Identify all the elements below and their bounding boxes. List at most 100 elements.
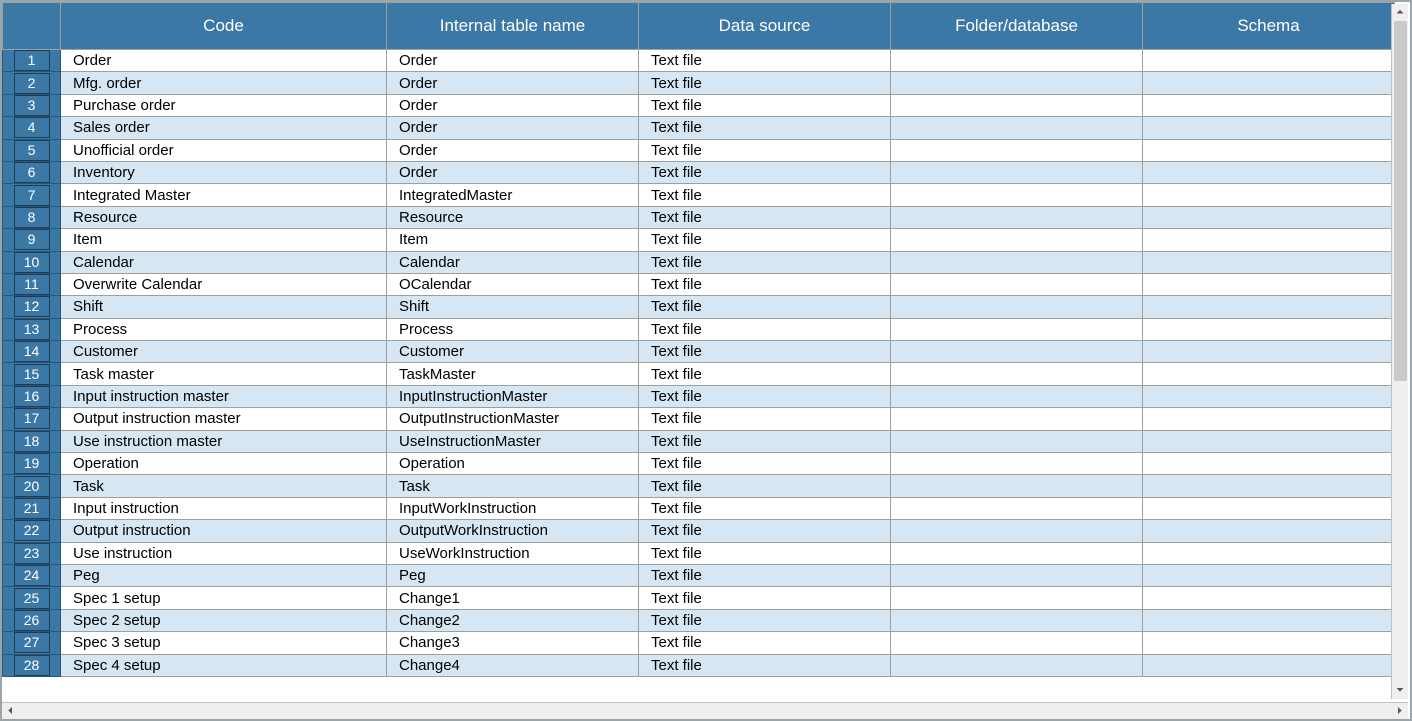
table-row[interactable]: 5Unofficial orderOrderText file	[3, 139, 1395, 161]
cell-internal[interactable]: Order	[387, 117, 639, 139]
cell-code[interactable]: Output instruction master	[61, 408, 387, 430]
cell-schema[interactable]	[1143, 609, 1395, 631]
cell-code[interactable]: Process	[61, 318, 387, 340]
table-row[interactable]: 21Input instructionInputWorkInstructionT…	[3, 497, 1395, 519]
table-row[interactable]: 20TaskTaskText file	[3, 475, 1395, 497]
table-row[interactable]: 1OrderOrderText file	[3, 50, 1395, 72]
header-corner[interactable]	[3, 3, 61, 50]
cell-code[interactable]: Spec 1 setup	[61, 587, 387, 609]
row-number[interactable]: 27	[3, 632, 61, 654]
cell-code[interactable]: Spec 2 setup	[61, 609, 387, 631]
cell-folder[interactable]	[891, 161, 1143, 183]
cell-code[interactable]: Task master	[61, 363, 387, 385]
cell-internal[interactable]: IntegratedMaster	[387, 184, 639, 206]
cell-source[interactable]: Text file	[639, 475, 891, 497]
header-schema[interactable]: Schema	[1143, 3, 1395, 50]
cell-internal[interactable]: Change1	[387, 587, 639, 609]
cell-internal[interactable]: Customer	[387, 341, 639, 363]
table-row[interactable]: 2Mfg. orderOrderText file	[3, 72, 1395, 94]
cell-folder[interactable]	[891, 475, 1143, 497]
header-data-source[interactable]: Data source	[639, 3, 891, 50]
header-code[interactable]: Code	[61, 3, 387, 50]
cell-internal[interactable]: Resource	[387, 206, 639, 228]
cell-folder[interactable]	[891, 296, 1143, 318]
cell-source[interactable]: Text file	[639, 161, 891, 183]
cell-folder[interactable]	[891, 363, 1143, 385]
cell-source[interactable]: Text file	[639, 609, 891, 631]
cell-schema[interactable]	[1143, 161, 1395, 183]
cell-internal[interactable]: Order	[387, 139, 639, 161]
cell-code[interactable]: Calendar	[61, 251, 387, 273]
row-number[interactable]: 6	[3, 161, 61, 183]
cell-folder[interactable]	[891, 497, 1143, 519]
cell-schema[interactable]	[1143, 475, 1395, 497]
row-number[interactable]: 9	[3, 229, 61, 251]
cell-schema[interactable]	[1143, 430, 1395, 452]
table-row[interactable]: 12ShiftShiftText file	[3, 296, 1395, 318]
cell-internal[interactable]: Calendar	[387, 251, 639, 273]
cell-schema[interactable]	[1143, 497, 1395, 519]
cell-schema[interactable]	[1143, 453, 1395, 475]
table-row[interactable]: 13ProcessProcessText file	[3, 318, 1395, 340]
cell-internal[interactable]: Task	[387, 475, 639, 497]
cell-code[interactable]: Input instruction	[61, 497, 387, 519]
cell-source[interactable]: Text file	[639, 50, 891, 72]
header-folder-database[interactable]: Folder/database	[891, 3, 1143, 50]
row-number[interactable]: 17	[3, 408, 61, 430]
table-row[interactable]: 10CalendarCalendarText file	[3, 251, 1395, 273]
cell-folder[interactable]	[891, 587, 1143, 609]
row-number[interactable]: 15	[3, 363, 61, 385]
row-number[interactable]: 22	[3, 520, 61, 542]
cell-code[interactable]: Customer	[61, 341, 387, 363]
cell-schema[interactable]	[1143, 296, 1395, 318]
cell-folder[interactable]	[891, 117, 1143, 139]
cell-schema[interactable]	[1143, 341, 1395, 363]
cell-internal[interactable]: UseWorkInstruction	[387, 542, 639, 564]
cell-folder[interactable]	[891, 139, 1143, 161]
cell-source[interactable]: Text file	[639, 632, 891, 654]
cell-code[interactable]: Spec 4 setup	[61, 654, 387, 676]
row-number[interactable]: 25	[3, 587, 61, 609]
cell-folder[interactable]	[891, 184, 1143, 206]
cell-source[interactable]: Text file	[639, 363, 891, 385]
cell-internal[interactable]: OutputWorkInstruction	[387, 520, 639, 542]
cell-internal[interactable]: UseInstructionMaster	[387, 430, 639, 452]
table-row[interactable]: 26Spec 2 setupChange2Text file	[3, 609, 1395, 631]
table-row[interactable]: 11Overwrite CalendarOCalendarText file	[3, 273, 1395, 295]
row-number[interactable]: 12	[3, 296, 61, 318]
cell-folder[interactable]	[891, 430, 1143, 452]
table-row[interactable]: 3Purchase orderOrderText file	[3, 94, 1395, 116]
cell-folder[interactable]	[891, 520, 1143, 542]
table-row[interactable]: 16Input instruction masterInputInstructi…	[3, 385, 1395, 407]
cell-internal[interactable]: Process	[387, 318, 639, 340]
table-row[interactable]: 14CustomerCustomerText file	[3, 341, 1395, 363]
cell-schema[interactable]	[1143, 50, 1395, 72]
row-number[interactable]: 1	[3, 50, 61, 72]
cell-code[interactable]: Operation	[61, 453, 387, 475]
cell-internal[interactable]: Change4	[387, 654, 639, 676]
row-number[interactable]: 19	[3, 453, 61, 475]
cell-schema[interactable]	[1143, 542, 1395, 564]
scroll-up-icon[interactable]: ⏶	[1392, 4, 1408, 21]
row-number[interactable]: 4	[3, 117, 61, 139]
row-number[interactable]: 10	[3, 251, 61, 273]
cell-folder[interactable]	[891, 318, 1143, 340]
cell-internal[interactable]: Shift	[387, 296, 639, 318]
cell-schema[interactable]	[1143, 273, 1395, 295]
cell-source[interactable]: Text file	[639, 184, 891, 206]
cell-schema[interactable]	[1143, 632, 1395, 654]
row-number[interactable]: 13	[3, 318, 61, 340]
cell-source[interactable]: Text file	[639, 520, 891, 542]
cell-schema[interactable]	[1143, 139, 1395, 161]
cell-code[interactable]: Mfg. order	[61, 72, 387, 94]
cell-folder[interactable]	[891, 632, 1143, 654]
row-number[interactable]: 26	[3, 609, 61, 631]
cell-folder[interactable]	[891, 654, 1143, 676]
table-row[interactable]: 8ResourceResourceText file	[3, 206, 1395, 228]
cell-internal[interactable]: TaskMaster	[387, 363, 639, 385]
cell-schema[interactable]	[1143, 117, 1395, 139]
table-row[interactable]: 25Spec 1 setupChange1Text file	[3, 587, 1395, 609]
cell-schema[interactable]	[1143, 654, 1395, 676]
cell-schema[interactable]	[1143, 318, 1395, 340]
table-row[interactable]: 19OperationOperationText file	[3, 453, 1395, 475]
